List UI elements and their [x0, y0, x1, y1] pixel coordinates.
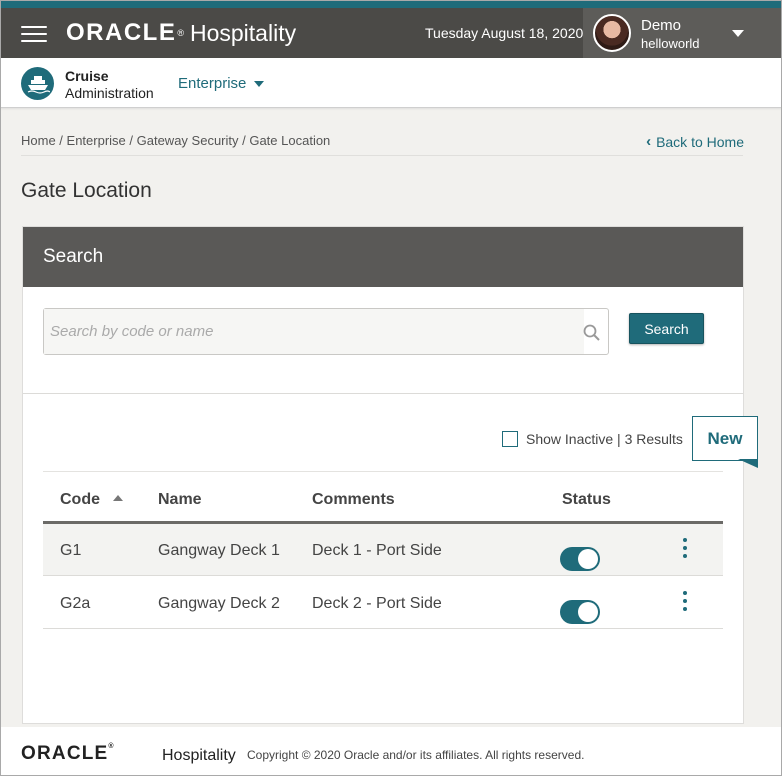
top-app-bar: ORACLE ® Hospitality Tuesday August 18, 2…	[0, 8, 782, 58]
kebab-menu-icon[interactable]	[680, 538, 690, 560]
new-button-pointer	[738, 459, 758, 468]
ship-icon	[21, 67, 54, 100]
breadcrumb-separator: /	[55, 133, 67, 148]
breadcrumb: Home / Enterprise / Gateway Security / G…	[21, 133, 330, 148]
search-field	[43, 308, 609, 355]
search-panel-header: Search	[23, 227, 743, 287]
module-bar: Cruise Administration Enterprise	[0, 58, 782, 108]
back-to-home-label: Back to Home	[656, 133, 744, 150]
search-icon[interactable]	[583, 324, 600, 341]
enterprise-dropdown[interactable]: Enterprise	[178, 75, 265, 92]
breadcrumb-home[interactable]: Home	[21, 133, 56, 148]
brand-product-name: Hospitality	[189, 19, 297, 46]
column-header-code[interactable]: Code	[60, 491, 100, 509]
footer-oracle-text: ORACLE	[21, 743, 109, 764]
module-subtitle: Administration	[65, 85, 154, 101]
user-name: Demo	[641, 17, 682, 34]
column-header-status[interactable]: Status	[562, 491, 611, 509]
chevron-down-icon	[254, 80, 265, 87]
hamburger-menu-icon[interactable]	[21, 26, 47, 42]
chevron-left-icon: ‹	[646, 133, 652, 150]
show-inactive-checkbox[interactable]	[502, 431, 518, 447]
chevron-down-icon	[732, 30, 744, 37]
search-input[interactable]	[44, 309, 584, 354]
sort-ascending-icon[interactable]	[113, 495, 123, 501]
brand-registered-mark: ®	[177, 28, 184, 38]
column-header-name[interactable]: Name	[158, 491, 202, 509]
footer-oracle-wordmark: ORACLE®	[21, 743, 115, 765]
breadcrumb-separator: /	[125, 133, 137, 148]
brand-logo: ORACLE ® Hospitality	[66, 18, 296, 48]
show-inactive-label: Show Inactive | 3 Results	[526, 431, 683, 447]
user-menu[interactable]: Demo helloworld	[583, 8, 782, 58]
new-button[interactable]: New	[692, 416, 758, 461]
search-panel: Search Search Show Inactive | 3 Results …	[22, 226, 758, 724]
cell-code: G1	[60, 542, 82, 559]
brand-oracle-wordmark: ORACLE	[66, 19, 177, 46]
footer-copyright: Copyright © 2020 Oracle and/or its affil…	[247, 748, 585, 762]
cell-name: Gangway Deck 1	[158, 542, 280, 559]
top-accent-stripe	[0, 0, 782, 8]
breadcrumb-enterprise[interactable]: Enterprise	[67, 133, 126, 148]
table-row[interactable]: G2a Gangway Deck 2 Deck 2 - Port Side	[43, 577, 723, 629]
column-header-comments[interactable]: Comments	[312, 491, 395, 509]
current-date: Tuesday August 18, 2020	[425, 25, 584, 41]
breadcrumb-gateway-security[interactable]: Gateway Security	[137, 133, 239, 148]
footer-product-name: Hospitality	[162, 747, 236, 764]
cell-comments: Deck 2 - Port Side	[312, 595, 442, 612]
cell-code: G2a	[60, 595, 91, 612]
status-toggle[interactable]	[560, 547, 600, 571]
search-panel-title: Search	[43, 246, 104, 267]
breadcrumb-current: Gate Location	[249, 133, 331, 148]
module-title: Cruise	[65, 68, 109, 84]
section-divider	[23, 393, 743, 394]
cell-comments: Deck 1 - Port Side	[312, 542, 442, 559]
page-title: Gate Location	[21, 179, 152, 202]
page-footer: ORACLE® Hospitality Copyright © 2020 Ora…	[0, 727, 782, 776]
search-button[interactable]: Search	[629, 313, 704, 344]
breadcrumb-divider	[21, 155, 743, 156]
cell-name: Gangway Deck 2	[158, 595, 280, 612]
table-row[interactable]: G1 Gangway Deck 1 Deck 1 - Port Side	[43, 524, 723, 576]
user-subtitle: helloworld	[641, 36, 700, 51]
avatar	[593, 14, 631, 52]
table-top-rule	[43, 471, 723, 472]
show-inactive-filter: Show Inactive | 3 Results	[502, 431, 683, 447]
breadcrumb-separator: /	[238, 133, 250, 148]
back-to-home-link[interactable]: ‹ Back to Home	[646, 133, 744, 150]
enterprise-label: Enterprise	[178, 75, 247, 92]
status-toggle[interactable]	[560, 600, 600, 624]
kebab-menu-icon[interactable]	[680, 591, 690, 613]
footer-registered-mark: ®	[108, 743, 115, 750]
